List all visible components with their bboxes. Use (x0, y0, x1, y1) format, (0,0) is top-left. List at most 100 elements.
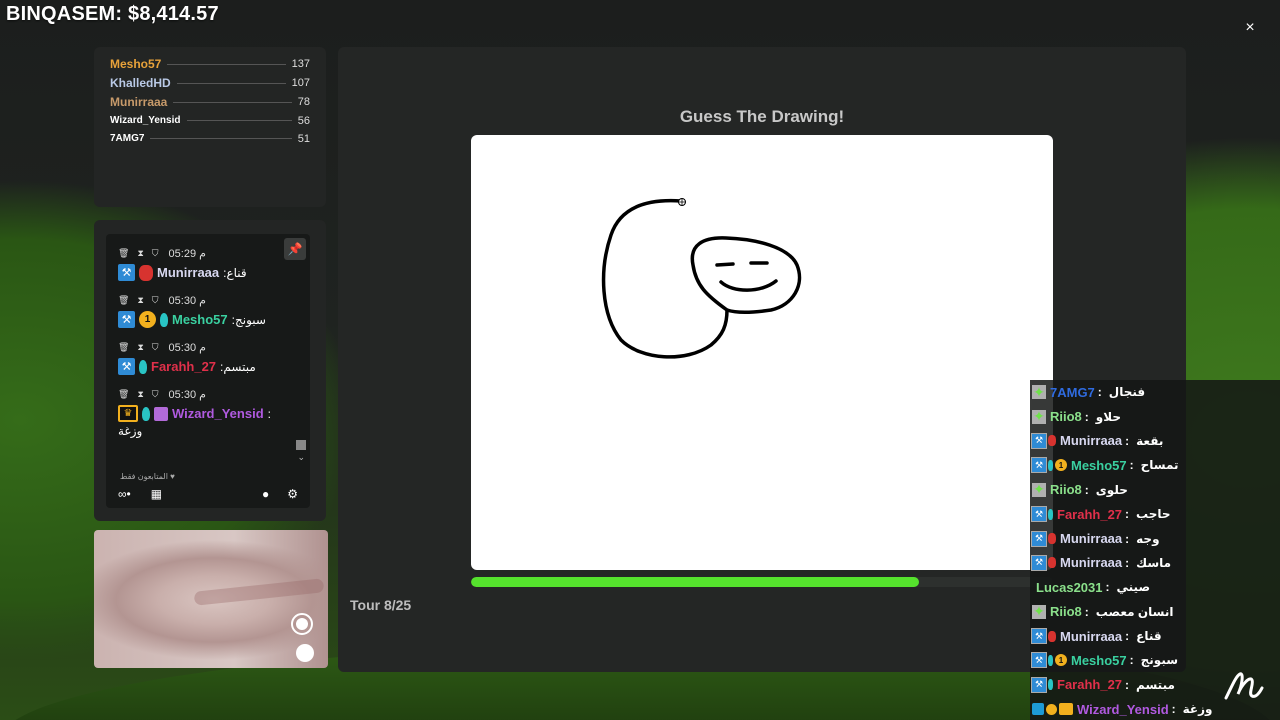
infinity-icon[interactable]: ∞• (118, 487, 131, 501)
overlay-chat-row: ⚒ Munirraaa: وجه (1030, 526, 1280, 551)
hourglass-icon[interactable]: ⧗ (137, 295, 143, 306)
chat-username[interactable]: Wizard_Yensid (172, 406, 264, 421)
moderator-badge-icon: ⚒ (118, 311, 135, 328)
store-icon[interactable]: ▦ (151, 487, 162, 501)
message-actions: 🗑 ⧗ ⛉ 05:30 م (118, 293, 298, 307)
chat-message: 🗑 ⧗ ⛉ 05:29 م ⚒ Munirraaa:قناع (118, 246, 298, 281)
signature-logo-icon (1224, 672, 1264, 700)
chat-username[interactable]: Mesho57 (172, 312, 228, 327)
leaderboard-score: 78 (297, 96, 310, 108)
shield-icon[interactable]: ⛉ (152, 389, 159, 400)
drawing-canvas[interactable] (471, 135, 1053, 570)
leaderboard-row: 7AMG7 51 (110, 130, 310, 147)
leaderboard-divider (150, 138, 292, 139)
overlay-chat-row: ⚒ Munirraaa: قناع (1030, 623, 1280, 649)
overlay-username: Munirraaa (1060, 433, 1123, 449)
shield-icon[interactable]: ⛉ (152, 295, 159, 306)
message-time: 05:30 م (168, 388, 206, 401)
overlay-username: Mesho57 (1071, 457, 1127, 473)
message-actions: 🗑 ⧗ ⛉ 05:30 م (118, 387, 298, 401)
overlay-username: Mesho57 (1071, 652, 1127, 668)
leaderboard: Mesho57 137 KhalledHD 107 Munirraaa 78 Wizard_… (94, 47, 326, 207)
overlay-chat-row: ⚒ Munirraaa: بقعة (1030, 428, 1280, 454)
dot-button[interactable] (296, 644, 314, 662)
overlay-separator: : (1171, 702, 1176, 717)
overlay-separator: : (1084, 409, 1089, 424)
crown-badge-icon (1059, 703, 1073, 716)
close-button[interactable]: × (1242, 18, 1258, 38)
gear-badge-icon (1046, 703, 1057, 715)
leaderboard-name: 7AMG7 (110, 133, 145, 144)
leaderboard-divider (173, 101, 292, 103)
scroll-down-icon[interactable]: ⌄ (297, 452, 305, 463)
hourglass-icon[interactable]: ⧗ (137, 342, 143, 353)
chat-messages: 📌 المتابعون فقط ♥ ⌄ ∞• ▦ ● ⚙ 🗑 ⧗ ⛉ 05:29 م ⚒… (106, 234, 310, 508)
shield-icon[interactable]: ⛉ (152, 248, 159, 259)
overlay-separator: : (1084, 482, 1089, 497)
overlay-text: بقعة (1136, 433, 1164, 448)
overlay-text: حلوى (1095, 482, 1128, 497)
overlay-badges: ✦ (1032, 408, 1046, 424)
leaderboard-score: 56 (297, 114, 310, 127)
red-badge-icon (1048, 533, 1056, 545)
overlay-text: وزغة (1182, 702, 1213, 717)
moderator-badge-icon: ⚒ (1031, 628, 1047, 645)
overlay-username: Riio8 (1050, 604, 1082, 620)
message-body: ⚒ Farahh_27 :مبتسم (118, 358, 298, 375)
overlay-separator: : (1097, 385, 1102, 400)
leaderboard-score: 107 (291, 77, 310, 89)
leaderboard-divider (176, 82, 286, 84)
moderator-badge-icon: ⚒ (1031, 676, 1047, 693)
trash-icon[interactable]: 🗑 (118, 389, 129, 400)
message-body: ⚒ Munirraaa:قناع (118, 264, 298, 281)
trash-icon[interactable]: 🗑 (118, 295, 129, 306)
overlay-chat-row: ✦ Riio8: حلوى (1030, 477, 1280, 502)
overlay-chat-row: ✦ 7AMG7: فنجال (1030, 380, 1280, 405)
overlay-username: Munirraaa (1060, 555, 1123, 571)
leaderboard-row: Wizard_Yensid 56 (110, 112, 310, 129)
leaderboard-name: KhalledHD (110, 76, 171, 90)
red-badge-icon (1048, 630, 1056, 642)
drop-badge-icon (142, 406, 150, 421)
overlay-badges: ⚒ (1031, 628, 1056, 645)
overlay-chat-row: ⚒ Munirraaa: ماسك (1030, 550, 1280, 576)
trash-icon[interactable]: 🗑 (118, 248, 129, 259)
overlay-badges: ⚒ (1031, 506, 1053, 523)
chat-text: : (267, 406, 271, 421)
hourglass-icon[interactable]: ⧗ (137, 389, 143, 400)
chat-scrollbar[interactable] (296, 440, 306, 450)
leaderboard-row: KhalledHD 107 (110, 74, 310, 92)
overlay-text: قناع (1136, 629, 1162, 644)
overlay-text: سبونج (1140, 653, 1179, 668)
overlay-text: حاجب (1136, 507, 1171, 522)
sparkle-badge-icon: ✦ (1032, 383, 1046, 400)
chat-text: :مبتسم (220, 359, 256, 374)
drop-badge-icon (1048, 679, 1053, 691)
shield-icon[interactable]: ⛉ (152, 342, 159, 353)
chat-message: 🗑 ⧗ ⛉ 05:30 م ⚒ Farahh_27:مبتسم (118, 340, 298, 375)
overlay-text: فنجال (1108, 385, 1146, 400)
gear-icon[interactable]: ⚙ (287, 487, 298, 501)
followers-only-note: المتابعون فقط ♥ (120, 472, 175, 481)
chat-text: :قناع (223, 265, 247, 280)
round-progress-bar (471, 577, 1053, 587)
leaderboard-score: 51 (297, 132, 310, 145)
coin-badge-icon: 1 (139, 311, 156, 328)
chat-bubble-icon[interactable]: ● (262, 487, 269, 501)
drop-badge-icon (1048, 508, 1053, 520)
game-title: Guess The Drawing! (679, 107, 845, 126)
leaderboard-name: Mesho57 (110, 57, 162, 71)
moderator-badge-icon: ⚒ (118, 358, 135, 375)
sparkle-badge-icon: ✦ (1032, 481, 1046, 498)
chat-message: 🗑 ⧗ ⛉ 05:30 م ⚒ 1 Mesho57:سبونج (118, 293, 298, 328)
drop-badge-icon (1048, 654, 1053, 666)
hourglass-icon[interactable]: ⧗ (137, 248, 143, 259)
record-button[interactable] (291, 613, 313, 635)
overlay-username: Farahh_27 (1057, 677, 1123, 693)
trash-icon[interactable]: 🗑 (118, 342, 129, 353)
chat-username[interactable]: Munirraaa (157, 265, 219, 280)
chat-username[interactable]: Farahh_27 (151, 359, 216, 374)
overlay-chat-row: Lucas2031: صيني (1030, 575, 1280, 600)
chat-toolbar: ∞• ▦ ● ⚙ (118, 484, 298, 504)
overlay-username: Munirraaa (1060, 531, 1123, 547)
